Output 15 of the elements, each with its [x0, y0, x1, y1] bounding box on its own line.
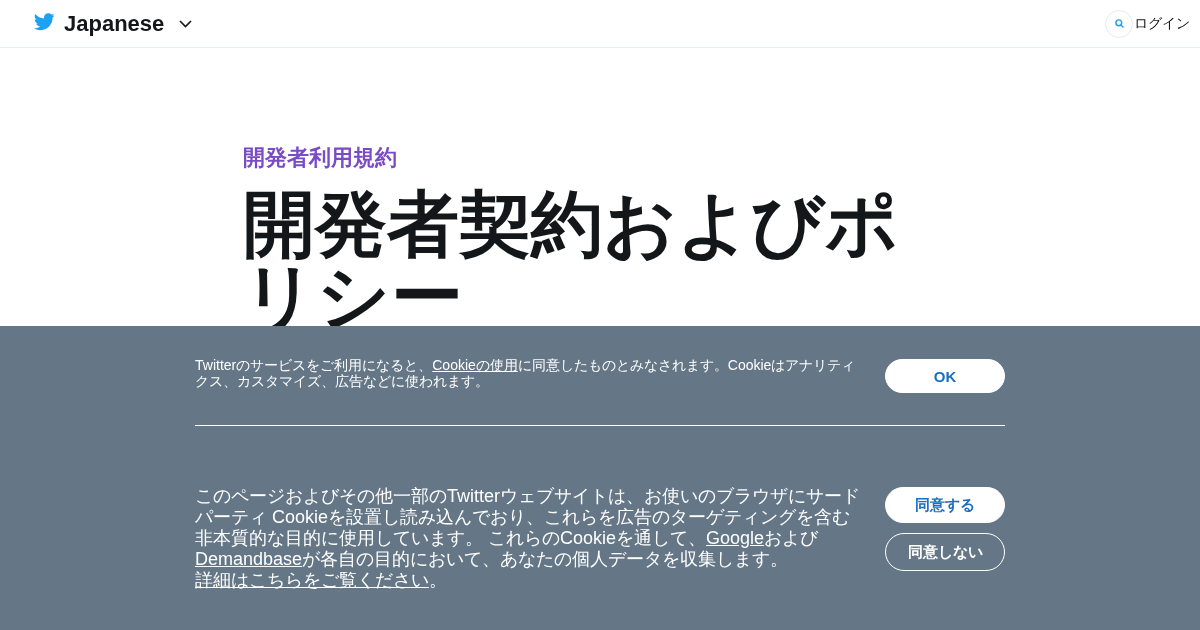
cookie-notice-text: このページおよびその他一部のTwitterウェブサイトは、お使いのブラウザにサードパーティ Cookieを設置し読み込んでおり、これらを広告のターゲティングを含む非本質的な目的に使用しています。 これらのCookieを通して、Googleおよび Demandbaseが各自の目的において、あなたの個人データを収集します。 詳細はこちらをご覧ください。	[195, 486, 860, 591]
text-link[interactable]: Google	[706, 528, 765, 548]
search-button[interactable]	[1105, 9, 1133, 38]
bird-icon	[33, 12, 55, 31]
accept-button[interactable]: 同意する	[885, 487, 1005, 523]
language-selector[interactable]: Japanese	[64, 10, 193, 37]
text-link[interactable]: 詳細はこちらをご覧ください	[195, 570, 429, 590]
login-link[interactable]: ログイン	[1134, 14, 1190, 33]
search-icon	[1114, 19, 1124, 28]
text-link[interactable]: Demandbase	[195, 549, 303, 569]
caret-icon	[179, 19, 193, 28]
cookie-notice-text: Twitterのサービスをご利用になると、Cookieの使用に同意したものとみなされます。Cookieはアナリティクス、カスタマイズ、広告などに使われます。	[195, 357, 857, 389]
accept-button[interactable]: OK	[885, 359, 1005, 393]
text-link[interactable]: Cookieの使用	[432, 357, 518, 373]
section-label: 開発者利用規約	[243, 144, 398, 172]
